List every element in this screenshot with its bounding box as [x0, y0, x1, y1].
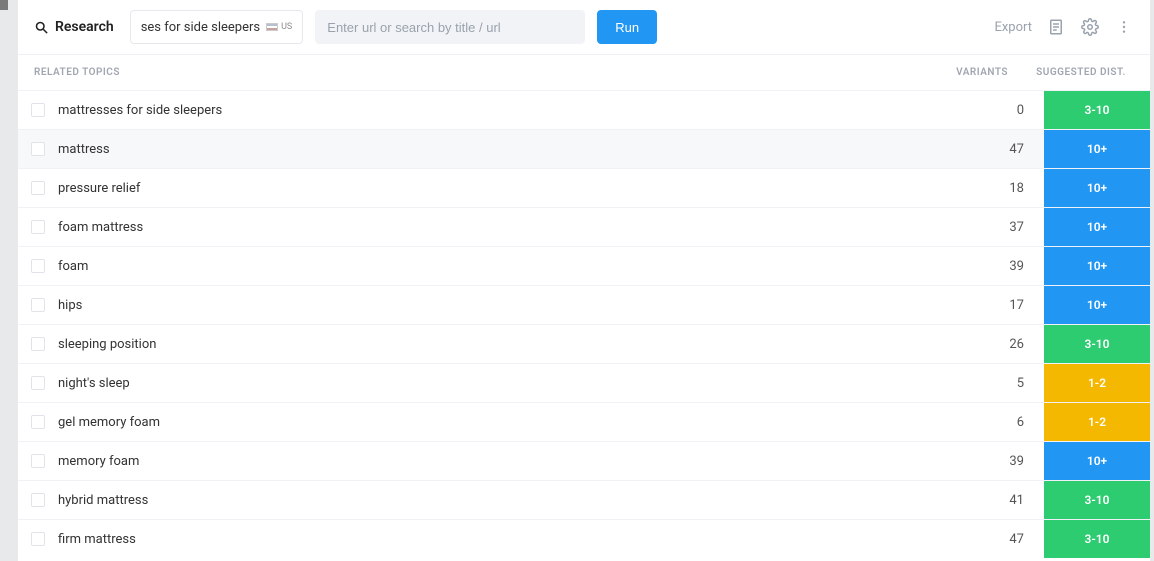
topic-cell: firm mattress [58, 532, 944, 547]
variants-cell: 18 [944, 181, 1044, 196]
checkbox-cell [18, 259, 58, 273]
checkbox-cell [18, 103, 58, 117]
checkbox-cell [18, 376, 58, 390]
flag-icon [266, 23, 278, 31]
topic-cell: foam [58, 259, 944, 274]
checkbox-cell [18, 181, 58, 195]
table-row[interactable]: mattress4710+ [18, 129, 1150, 168]
row-checkbox[interactable] [31, 376, 45, 390]
topics-table: mattresses for side sleepers03-10mattres… [18, 90, 1150, 558]
document-icon[interactable] [1046, 17, 1066, 37]
row-checkbox[interactable] [31, 181, 45, 195]
table-row[interactable]: gel memory foam61-2 [18, 402, 1150, 441]
variants-cell: 47 [944, 142, 1044, 157]
topic-cell: gel memory foam [58, 415, 944, 430]
table-row[interactable]: sleeping position263-10 [18, 324, 1150, 363]
run-button[interactable]: Run [597, 10, 657, 44]
variants-cell: 37 [944, 220, 1044, 235]
suggested-dist-cell: 10+ [1044, 130, 1150, 168]
table-header: RELATED TOPICS VARIANTS SUGGESTED DIST. [18, 55, 1150, 90]
main-panel: Research ses for side sleepers US Run Ex… [18, 0, 1150, 561]
checkbox-cell [18, 493, 58, 507]
checkbox-cell [18, 337, 58, 351]
row-checkbox[interactable] [31, 454, 45, 468]
col-header-dist[interactable]: SUGGESTED DIST. [1028, 67, 1134, 78]
scrollbar-handle[interactable] [0, 0, 8, 10]
topic-cell: night's sleep [58, 376, 944, 391]
topic-cell: hips [58, 298, 944, 313]
table-row[interactable]: hybrid mattress413-10 [18, 480, 1150, 519]
table-row[interactable]: pressure relief1810+ [18, 168, 1150, 207]
row-checkbox[interactable] [31, 142, 45, 156]
topic-cell: hybrid mattress [58, 493, 944, 508]
variants-cell: 41 [944, 493, 1044, 508]
topic-cell: mattresses for side sleepers [58, 103, 944, 118]
topic-cell: memory foam [58, 454, 944, 469]
page-title: Research [34, 19, 114, 35]
suggested-dist-cell: 1-2 [1044, 364, 1150, 402]
search-icon [34, 20, 49, 35]
suggested-dist-cell: 3-10 [1044, 91, 1150, 129]
checkbox-cell [18, 142, 58, 156]
suggested-dist-cell: 3-10 [1044, 520, 1150, 558]
locale-indicator: US [266, 22, 292, 32]
topic-cell: sleeping position [58, 337, 944, 352]
checkbox-cell [18, 532, 58, 546]
suggested-dist-cell: 3-10 [1044, 481, 1150, 519]
variants-cell: 6 [944, 415, 1044, 430]
suggested-dist-cell: 10+ [1044, 247, 1150, 285]
table-row[interactable]: firm mattress473-10 [18, 519, 1150, 558]
table-row[interactable]: memory foam3910+ [18, 441, 1150, 480]
keyword-chip[interactable]: ses for side sleepers US [130, 10, 304, 44]
topic-cell: pressure relief [58, 181, 944, 196]
title-text: Research [55, 19, 114, 35]
variants-cell: 17 [944, 298, 1044, 313]
row-checkbox[interactable] [31, 220, 45, 234]
table-row[interactable]: mattresses for side sleepers03-10 [18, 90, 1150, 129]
topic-cell: foam mattress [58, 220, 944, 235]
row-checkbox[interactable] [31, 259, 45, 273]
table-row[interactable]: foam3910+ [18, 246, 1150, 285]
variants-cell: 39 [944, 259, 1044, 274]
gear-icon[interactable] [1080, 17, 1100, 37]
table-row[interactable]: foam mattress3710+ [18, 207, 1150, 246]
url-search-input[interactable] [315, 10, 585, 44]
checkbox-cell [18, 415, 58, 429]
export-button[interactable]: Export [994, 20, 1032, 35]
suggested-dist-cell: 10+ [1044, 442, 1150, 480]
checkbox-cell [18, 454, 58, 468]
suggested-dist-cell: 3-10 [1044, 325, 1150, 363]
locale-text: US [281, 22, 292, 32]
checkbox-cell [18, 298, 58, 312]
row-checkbox[interactable] [31, 415, 45, 429]
row-checkbox[interactable] [31, 493, 45, 507]
checkbox-cell [18, 220, 58, 234]
row-checkbox[interactable] [31, 298, 45, 312]
right-controls: Export [994, 17, 1134, 37]
suggested-dist-cell: 1-2 [1044, 403, 1150, 441]
col-header-topics[interactable]: RELATED TOPICS [34, 67, 928, 78]
variants-cell: 0 [944, 103, 1044, 118]
keyword-chip-text: ses for side sleepers [141, 20, 260, 35]
toolbar: Research ses for side sleepers US Run Ex… [18, 0, 1150, 55]
suggested-dist-cell: 10+ [1044, 208, 1150, 246]
more-menu-icon[interactable] [1114, 17, 1134, 37]
topic-cell: mattress [58, 142, 944, 157]
row-checkbox[interactable] [31, 532, 45, 546]
table-row[interactable]: hips1710+ [18, 285, 1150, 324]
row-checkbox[interactable] [31, 337, 45, 351]
suggested-dist-cell: 10+ [1044, 286, 1150, 324]
table-row[interactable]: night's sleep51-2 [18, 363, 1150, 402]
row-checkbox[interactable] [31, 103, 45, 117]
variants-cell: 26 [944, 337, 1044, 352]
suggested-dist-cell: 10+ [1044, 169, 1150, 207]
col-header-variants[interactable]: VARIANTS [928, 67, 1028, 78]
variants-cell: 5 [944, 376, 1044, 391]
variants-cell: 39 [944, 454, 1044, 469]
variants-cell: 47 [944, 532, 1044, 547]
